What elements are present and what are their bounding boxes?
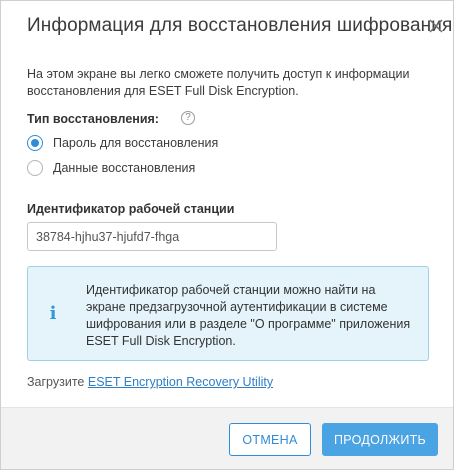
radio-recovery-data[interactable]: Данные восстановления [27,160,195,176]
cancel-button[interactable]: ОТМЕНА [229,423,311,456]
radio-recovery-password-label: Пароль для восстановления [53,136,219,150]
dialog-description: На этом экране вы легко сможете получить… [27,67,410,98]
download-row: Загрузите ESET Encryption Recovery Utili… [27,375,273,389]
dialog-footer: ОТМЕНА ПРОДОЛЖИТЬ [1,407,453,469]
radio-checked-icon[interactable] [27,135,43,151]
close-icon [429,19,443,33]
radio-recovery-password[interactable]: Пароль для восстановления [27,135,218,151]
workstation-id-label: Идентификатор рабочей станции [27,202,235,216]
info-icon: i [49,303,57,324]
help-icon[interactable]: ? [181,111,195,125]
radio-recovery-data-label: Данные восстановления [53,161,196,175]
download-recovery-utility-link[interactable]: ESET Encryption Recovery Utility [88,375,273,389]
recovery-type-label: Тип восстановления: [27,112,159,126]
radio-unchecked-icon[interactable] [27,160,43,176]
close-button[interactable] [425,15,447,37]
recovery-info-dialog: Информация для восстановления шифрования… [0,0,454,470]
continue-button[interactable]: ПРОДОЛЖИТЬ [322,423,438,456]
workstation-id-input[interactable] [27,222,277,251]
download-prefix: Загрузите [27,375,85,389]
info-text: Идентификатор рабочей станции можно найт… [86,283,411,348]
info-box: i Идентификатор рабочей станции можно на… [27,266,429,361]
dialog-title: Информация для восстановления шифрования [27,15,453,36]
